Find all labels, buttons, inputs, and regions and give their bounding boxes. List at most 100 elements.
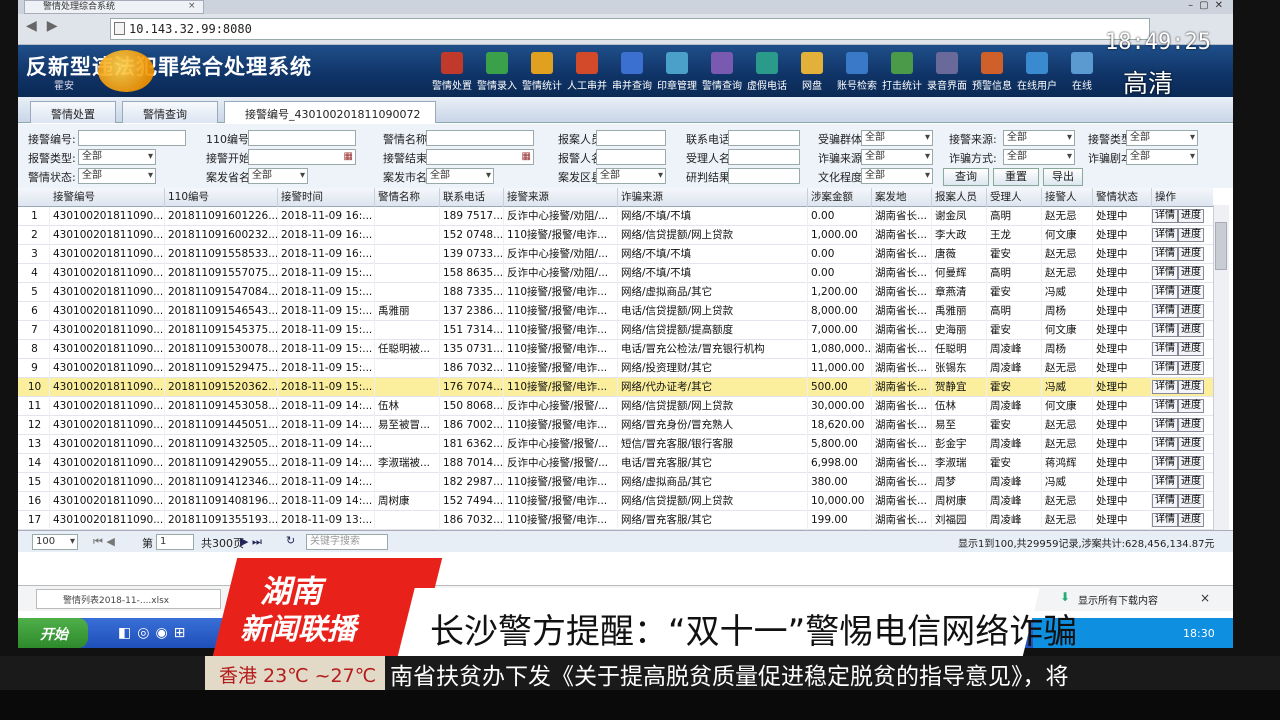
- column-header-alarm-name[interactable]: 警情名称: [375, 188, 440, 207]
- detail-button[interactable]: 详情: [1152, 418, 1178, 432]
- table-row[interactable]: 9 430100201811090... 201811091529475... 201…: [18, 359, 1213, 378]
- progress-button[interactable]: 进度: [1178, 266, 1204, 280]
- toolbar-seal-manage-button[interactable]: 印章管理: [655, 50, 699, 98]
- filter-select[interactable]: 全部: [861, 149, 933, 165]
- progress-button[interactable]: 进度: [1178, 399, 1204, 413]
- filter-input[interactable]: [728, 130, 800, 146]
- first-page-icon[interactable]: ⏮ ◀: [93, 535, 115, 549]
- filter-select[interactable]: 全部: [861, 168, 933, 184]
- table-row[interactable]: 16 430100201811090... 201811091408196... 20…: [18, 492, 1213, 511]
- search-button[interactable]: 查询: [943, 168, 989, 186]
- column-header-amount[interactable]: 涉案金额: [808, 188, 872, 207]
- column-header-status[interactable]: 警情状态: [1093, 188, 1152, 207]
- reset-button[interactable]: 重置: [993, 168, 1039, 186]
- progress-button[interactable]: 进度: [1178, 323, 1204, 337]
- close-icon[interactable]: ×: [188, 1, 196, 11]
- close-icon[interactable]: ×: [1200, 591, 1210, 605]
- detail-button[interactable]: 详情: [1152, 456, 1178, 470]
- progress-button[interactable]: 进度: [1178, 475, 1204, 489]
- filter-select[interactable]: 全部: [1126, 149, 1198, 165]
- filter-input[interactable]: [728, 168, 800, 184]
- toolbar-alarm-query-button[interactable]: 警情查询: [700, 50, 744, 98]
- page-input[interactable]: 1: [156, 534, 194, 550]
- tab-alarm-query[interactable]: 警情查询: [122, 101, 218, 123]
- detail-button[interactable]: 详情: [1152, 342, 1178, 356]
- detail-button[interactable]: 详情: [1152, 266, 1178, 280]
- table-row[interactable]: 13 430100201811090... 201811091432505... 20…: [18, 435, 1213, 454]
- column-header-fraud-source[interactable]: 诈骗来源: [618, 188, 808, 207]
- column-header-location[interactable]: 案发地: [872, 188, 932, 207]
- detail-button[interactable]: 详情: [1152, 399, 1178, 413]
- date-field[interactable]: ▦: [426, 149, 534, 165]
- progress-button[interactable]: 进度: [1178, 437, 1204, 451]
- table-row[interactable]: 15 430100201811090... 201811091412346... 20…: [18, 473, 1213, 492]
- toolbar-netdisk-button[interactable]: 网盘: [790, 50, 834, 98]
- toolbar-alarm-stats-button[interactable]: 警情统计: [520, 50, 564, 98]
- tab-alarm-handling[interactable]: 警情处置: [30, 101, 116, 123]
- filter-input[interactable]: [78, 130, 186, 146]
- table-row[interactable]: 10 430100201811090... 201811091520362... 20…: [18, 378, 1213, 397]
- start-button[interactable]: 开始: [18, 618, 88, 648]
- table-row[interactable]: 5 430100201811090... 201811091547084... 201…: [18, 283, 1213, 302]
- progress-button[interactable]: 进度: [1178, 247, 1204, 261]
- filter-select[interactable]: 全部: [1126, 130, 1198, 146]
- toolbar-account-search-button[interactable]: 账号检索: [835, 50, 879, 98]
- show-all-downloads-link[interactable]: 显示所有下载内容: [1078, 592, 1158, 607]
- progress-button[interactable]: 进度: [1178, 380, 1204, 394]
- column-header-110-no[interactable]: 110编号: [165, 188, 278, 207]
- detail-button[interactable]: 详情: [1152, 361, 1178, 375]
- table-row[interactable]: 6 430100201811090... 201811091546543... 201…: [18, 302, 1213, 321]
- toolbar-manual-merge-button[interactable]: 人工串并: [565, 50, 609, 98]
- page-size-select[interactable]: 100: [32, 534, 78, 550]
- toolbar-warning-info-button[interactable]: 预警信息: [970, 50, 1014, 98]
- progress-button[interactable]: 进度: [1178, 361, 1204, 375]
- table-row[interactable]: 3 430100201811090... 201811091558533... 201…: [18, 245, 1213, 264]
- toolbar-alarm-handle-button[interactable]: 警情处置: [430, 50, 474, 98]
- column-header-actions[interactable]: 操作: [1152, 188, 1213, 207]
- detail-button[interactable]: 详情: [1152, 304, 1178, 318]
- table-row[interactable]: 7 430100201811090... 201811091545375... 201…: [18, 321, 1213, 340]
- calendar-icon[interactable]: ▦: [522, 150, 531, 164]
- column-header-case-no[interactable]: 接警编号: [50, 188, 165, 207]
- toolbar-strike-stats-button[interactable]: 打击统计: [880, 50, 924, 98]
- progress-button[interactable]: 进度: [1178, 342, 1204, 356]
- progress-button[interactable]: 进度: [1178, 456, 1204, 470]
- table-row[interactable]: 8 430100201811090... 201811091530078... 201…: [18, 340, 1213, 359]
- browser-tab[interactable]: 警情处理综合系统: [24, 0, 204, 14]
- next-page-icon[interactable]: ▶ ⏭: [240, 535, 262, 549]
- tab-case-detail[interactable]: 接警编号_430100201811090072: [224, 101, 436, 123]
- filter-select[interactable]: 全部: [1003, 149, 1075, 165]
- progress-button[interactable]: 进度: [1178, 228, 1204, 242]
- detail-button[interactable]: 详情: [1152, 437, 1178, 451]
- filter-select[interactable]: 全部: [78, 149, 156, 165]
- column-header-alarm-time[interactable]: 接警时间: [278, 188, 375, 207]
- filter-input[interactable]: [596, 149, 666, 165]
- table-row[interactable]: 4 430100201811090... 201811091557075... 201…: [18, 264, 1213, 283]
- filter-select[interactable]: 全部: [426, 168, 494, 184]
- filter-select[interactable]: 全部: [861, 130, 933, 146]
- toolbar-merge-query-button[interactable]: 串并查询: [610, 50, 654, 98]
- progress-button[interactable]: 进度: [1178, 285, 1204, 299]
- filter-select[interactable]: 全部: [78, 168, 156, 184]
- detail-button[interactable]: 详情: [1152, 228, 1178, 242]
- toolbar-recording-button[interactable]: 录音界面: [925, 50, 969, 98]
- column-header-reporter[interactable]: 报案人员: [932, 188, 987, 207]
- table-row[interactable]: 17 430100201811090... 201811091355193... 20…: [18, 511, 1213, 530]
- table-row[interactable]: 11 430100201811090... 201811091453058... 20…: [18, 397, 1213, 416]
- progress-button[interactable]: 进度: [1178, 209, 1204, 223]
- scrollbar-thumb[interactable]: [1215, 222, 1227, 270]
- detail-button[interactable]: 详情: [1152, 513, 1178, 527]
- filter-select[interactable]: 全部: [596, 168, 666, 184]
- detail-button[interactable]: 详情: [1152, 475, 1178, 489]
- column-header-alarm-source[interactable]: 接警来源: [504, 188, 618, 207]
- progress-button[interactable]: 进度: [1178, 513, 1204, 527]
- toolbar-fake-phone-button[interactable]: 虚假电话: [745, 50, 789, 98]
- toolbar-online-users-button[interactable]: 在线用户: [1015, 50, 1059, 98]
- address-bar[interactable]: 10.143.32.99:8080: [110, 18, 1150, 40]
- table-row[interactable]: 14 430100201811090... 201811091429055... 20…: [18, 454, 1213, 473]
- nav-buttons[interactable]: ◀▶: [26, 18, 106, 40]
- search-input[interactable]: 关键字搜索: [306, 534, 388, 550]
- filter-select[interactable]: 全部: [1003, 130, 1075, 146]
- column-header-handler[interactable]: 受理人: [987, 188, 1042, 207]
- filter-input[interactable]: [248, 130, 356, 146]
